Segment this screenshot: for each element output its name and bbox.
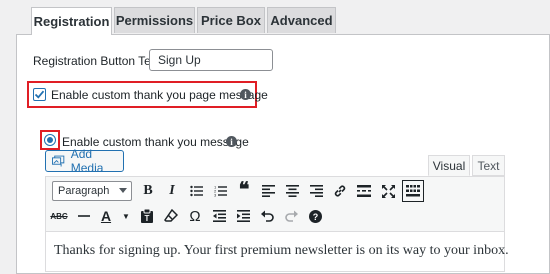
fullscreen-icon[interactable]: [378, 181, 398, 201]
add-media-label: Add Media: [70, 147, 104, 175]
thank-you-message-radio[interactable]: [44, 134, 56, 146]
redo-icon[interactable]: [281, 206, 301, 226]
format-select[interactable]: Paragraph: [52, 181, 132, 201]
increase-indent-icon[interactable]: [233, 206, 253, 226]
tab-price-box[interactable]: Price Box: [197, 7, 265, 33]
numbered-list-icon[interactable]: 123: [210, 181, 230, 201]
editor-tab-text[interactable]: Text: [472, 155, 505, 176]
blockquote-icon[interactable]: ❝: [234, 179, 254, 201]
add-media-button[interactable]: Add Media: [45, 147, 124, 175]
tab-permissions[interactable]: Permissions: [114, 7, 195, 33]
decrease-indent-icon[interactable]: [209, 206, 229, 226]
read-more-icon[interactable]: [354, 181, 374, 201]
bold-icon[interactable]: B: [138, 181, 158, 201]
paste-text-icon[interactable]: T: [137, 206, 157, 226]
info-icon[interactable]: i: [240, 89, 251, 100]
align-left-icon[interactable]: [258, 181, 278, 201]
horizontal-line-icon[interactable]: [74, 206, 94, 226]
info-icon[interactable]: i: [226, 136, 237, 147]
special-character-icon[interactable]: Ω: [185, 206, 205, 226]
tab-registration[interactable]: Registration: [31, 7, 112, 35]
thank-you-page-label: Enable custom thank you page message: [51, 88, 268, 102]
thank-you-page-checkbox[interactable]: [33, 88, 46, 101]
align-right-icon[interactable]: [306, 181, 326, 201]
editor-tab-visual[interactable]: Visual: [428, 155, 470, 176]
registration-button-label: Registration Button Text:: [33, 54, 164, 68]
help-icon[interactable]: ?: [305, 206, 325, 226]
bulleted-list-icon[interactable]: [186, 181, 206, 201]
link-icon[interactable]: [330, 181, 350, 201]
undo-icon[interactable]: [257, 206, 277, 226]
editor-content[interactable]: Thanks for signing up. Your first premiu…: [45, 232, 509, 272]
svg-text:?: ?: [312, 212, 318, 222]
svg-text:T: T: [145, 214, 150, 223]
clear-formatting-icon[interactable]: [161, 206, 181, 226]
strikethrough-icon[interactable]: ABC: [49, 206, 69, 226]
text-color-icon[interactable]: A: [96, 206, 116, 226]
text-color-dropdown-icon[interactable]: ▼: [116, 206, 136, 226]
media-icon: [52, 155, 65, 167]
toolbar-toggle-icon[interactable]: [402, 180, 424, 202]
italic-icon[interactable]: I: [162, 181, 182, 201]
checkmark-icon: [34, 90, 45, 99]
registration-button-input[interactable]: Sign Up: [149, 49, 273, 71]
format-select-value: Paragraph: [58, 185, 110, 197]
svg-text:3: 3: [214, 193, 217, 198]
tab-advanced[interactable]: Advanced: [267, 7, 336, 33]
align-center-icon[interactable]: [282, 181, 302, 201]
